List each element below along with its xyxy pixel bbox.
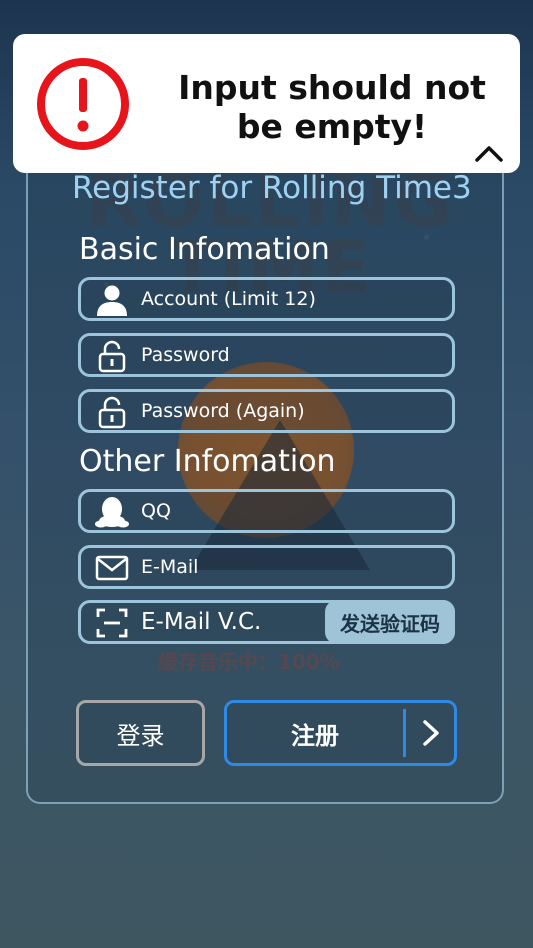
basic-info-heading: Basic Infomation	[79, 232, 330, 267]
password-again-placeholder: Password (Again)	[141, 400, 305, 422]
chevron-up-icon[interactable]	[470, 138, 508, 168]
password-field[interactable]: Password	[78, 333, 455, 377]
cache-progress-text: 缓存音乐中：100%	[158, 650, 340, 674]
email-verification-field[interactable]: E-Mail V.C. 发送验证码	[78, 600, 455, 644]
other-info-heading: Other Infomation	[79, 444, 336, 479]
lock-icon	[95, 396, 129, 429]
password-placeholder: Password	[141, 344, 230, 366]
password-again-field[interactable]: Password (Again)	[78, 389, 455, 433]
chevron-right-icon	[409, 713, 453, 753]
register-title: Register for Rolling Time3	[72, 170, 472, 206]
user-icon	[95, 284, 129, 316]
error-toast: Input should not be empty!	[13, 34, 520, 173]
email-placeholder: E-Mail	[141, 556, 199, 578]
email-field[interactable]: E-Mail	[78, 545, 455, 589]
toast-message: Input should not be empty!	[178, 68, 486, 146]
lock-icon	[95, 340, 129, 373]
register-button-label: 注册	[291, 721, 339, 750]
send-code-button[interactable]: 发送验证码	[325, 600, 455, 644]
qq-penguin-icon	[95, 496, 129, 528]
qq-placeholder: QQ	[141, 500, 171, 522]
email-vc-placeholder: E-Mail V.C.	[141, 609, 262, 635]
register-button-divider	[403, 709, 406, 757]
account-placeholder: Account (Limit 12)	[141, 288, 316, 310]
mail-icon	[95, 552, 129, 584]
register-button[interactable]: 注册	[224, 700, 457, 766]
scan-code-icon	[95, 607, 129, 639]
login-button[interactable]: 登录	[76, 700, 205, 766]
alert-circle-icon	[35, 56, 131, 152]
qq-field[interactable]: QQ	[78, 489, 455, 533]
account-field[interactable]: Account (Limit 12)	[78, 277, 455, 321]
